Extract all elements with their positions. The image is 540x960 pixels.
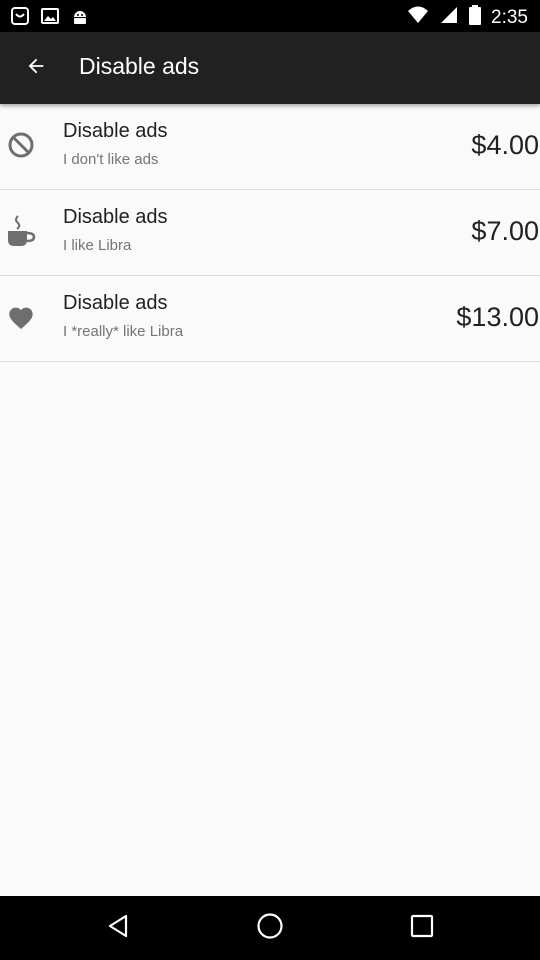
item-price: $7.00 (471, 216, 539, 246)
item-subtitle: I like Libra (63, 237, 132, 254)
item-title: Disable ads (63, 292, 168, 314)
nav-back-button[interactable] (98, 908, 138, 948)
list-item-coffee[interactable]: Disable ads I like Libra $7.00 (0, 190, 540, 276)
status-time: 2:35 (491, 6, 528, 28)
item-subtitle: I don't like ads (63, 151, 159, 168)
page-title: Disable ads (79, 53, 200, 79)
status-indicators: 2:35 (407, 5, 528, 30)
status-bar: 2:35 (0, 0, 540, 32)
android-icon (70, 6, 90, 31)
arrow-back-icon (25, 55, 47, 82)
battery-icon (469, 5, 482, 30)
app-bar: Disable ads (0, 32, 540, 104)
nav-home-icon (256, 912, 284, 945)
nav-recents-icon (410, 914, 434, 943)
list-item-heart[interactable]: Disable ads I *really* like Libra $13.00 (0, 276, 540, 362)
item-title: Disable ads (63, 120, 168, 142)
back-button[interactable] (14, 46, 58, 90)
coffee-icon (6, 215, 36, 246)
wifi-icon (407, 5, 429, 30)
signal-icon (439, 5, 459, 30)
navigation-bar (0, 896, 540, 960)
status-notifications (10, 6, 90, 31)
item-price: $4.00 (471, 130, 539, 160)
purchase-list: Disable ads I don't like ads $4.00 Disab… (0, 104, 540, 362)
list-item-remove-ads[interactable]: Disable ads I don't like ads $4.00 (0, 104, 540, 190)
item-subtitle: I *really* like Libra (63, 323, 184, 340)
nav-home-button[interactable] (250, 908, 290, 948)
nav-recents-button[interactable] (402, 908, 442, 948)
nav-back-icon (106, 913, 130, 944)
photo-icon (40, 6, 60, 31)
notification-icon (10, 6, 30, 31)
item-title: Disable ads (63, 206, 168, 228)
heart-icon (6, 302, 36, 332)
block-icon (6, 130, 36, 160)
item-price: $13.00 (456, 302, 539, 332)
